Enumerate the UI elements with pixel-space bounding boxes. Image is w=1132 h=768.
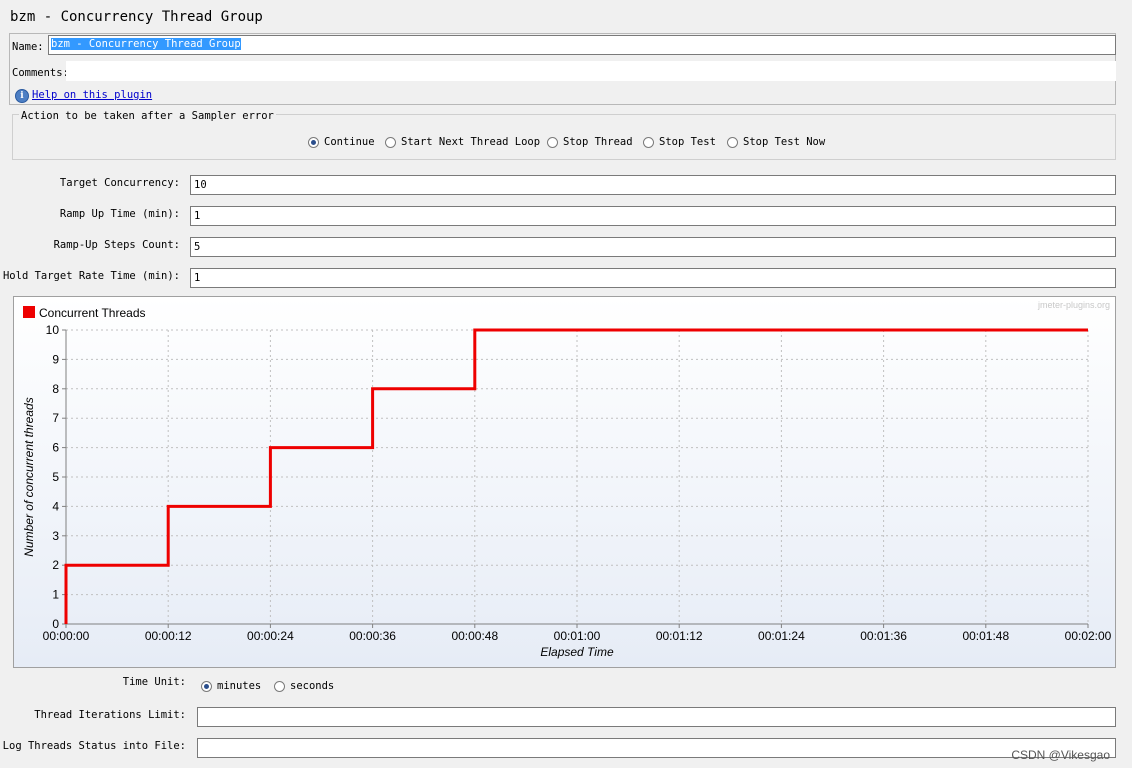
- y-tick-label: 2: [52, 558, 59, 572]
- iterations-label: Thread Iterations Limit:: [34, 709, 186, 721]
- x-tick-label: 00:00:48: [451, 629, 498, 643]
- radio-stop-test-label: Stop Test: [659, 136, 716, 148]
- hold-time-input[interactable]: 1: [190, 268, 1116, 288]
- ramp-up-time-input[interactable]: 1: [190, 206, 1116, 226]
- y-tick-label: 7: [52, 411, 59, 425]
- x-tick-label: 00:01:12: [656, 629, 703, 643]
- x-tick-label: 00:01:48: [962, 629, 1009, 643]
- x-tick-label: 00:01:24: [758, 629, 805, 643]
- radio-start-next-thread-loop[interactable]: Start Next Thread Loop: [385, 136, 540, 148]
- target-concurrency-input[interactable]: 10: [190, 175, 1116, 195]
- y-tick-label: 4: [52, 499, 59, 513]
- radio-continue-indicator[interactable]: [308, 136, 319, 148]
- target-concurrency-label: Target Concurrency:: [59, 177, 180, 189]
- radio-stop-test-now-indicator[interactable]: [727, 136, 738, 148]
- y-tick-label: 6: [52, 441, 59, 455]
- legend-label-concurrent-threads: Concurrent Threads: [39, 306, 146, 320]
- y-tick-label: 9: [52, 352, 59, 366]
- y-tick-label: 5: [52, 470, 59, 484]
- page-title: bzm - Concurrency Thread Group: [10, 9, 263, 25]
- radio-continue[interactable]: Continue: [308, 136, 375, 148]
- ramp-up-steps-label: Ramp-Up Steps Count:: [53, 239, 180, 251]
- radio-minutes-indicator[interactable]: [201, 680, 212, 692]
- info-icon[interactable]: i: [15, 89, 29, 103]
- radio-minutes[interactable]: minutes: [201, 680, 261, 692]
- radio-stop-test-indicator[interactable]: [643, 136, 654, 148]
- name-input[interactable]: bzm - Concurrency Thread Group: [48, 35, 1116, 55]
- comments-label: Comments:: [12, 67, 69, 79]
- x-tick-label: 00:00:00: [43, 629, 90, 643]
- chart-grid: [65, 329, 1089, 625]
- radio-stop-thread-label: Stop Thread: [563, 136, 633, 148]
- radio-stop-thread[interactable]: Stop Thread: [547, 136, 633, 148]
- radio-stop-test-now[interactable]: Stop Test Now: [727, 136, 825, 148]
- x-tick-label: 00:01:00: [554, 629, 601, 643]
- log-file-label: Log Threads Status into File:: [2, 740, 186, 752]
- iterations-input[interactable]: [197, 707, 1116, 727]
- ramp-up-time-label: Ramp Up Time (min):: [59, 208, 180, 220]
- radio-continue-label: Continue: [324, 136, 375, 148]
- y-tick-label: 10: [46, 323, 60, 337]
- log-file-input[interactable]: [197, 738, 1116, 758]
- y-tick-label: 3: [52, 529, 59, 543]
- radio-stop-test-now-label: Stop Test Now: [743, 136, 826, 148]
- sampler-error-legend: Action to be taken after a Sampler error: [19, 110, 276, 122]
- x-tick-label: 00:00:12: [145, 629, 192, 643]
- x-tick-label: 00:01:36: [860, 629, 907, 643]
- radio-seconds[interactable]: seconds: [274, 680, 334, 692]
- time-unit-label: Time Unit:: [122, 676, 186, 688]
- x-axis-label: Elapsed Time: [540, 645, 614, 659]
- hold-time-label: Hold Target Rate Time (min):: [2, 270, 180, 282]
- x-tick-label: 00:02:00: [1065, 629, 1112, 643]
- legend-swatch-concurrent-threads: [23, 306, 35, 318]
- radio-seconds-label: seconds: [290, 680, 335, 692]
- y-tick-label: 8: [52, 382, 59, 396]
- y-tick-label: 1: [52, 588, 59, 602]
- x-ticks: 00:00:00 00:00:12 00:00:24 00:00:36 00:00:48…: [43, 624, 1112, 643]
- radio-start-next-thread-loop-label: Start Next Thread Loop: [401, 136, 541, 148]
- radio-start-next-thread-loop-indicator[interactable]: [385, 136, 396, 148]
- chart-svg: 00:00:00 00:00:12 00:00:24 00:00:36 00:00:48…: [22, 300, 1112, 659]
- radio-stop-thread-indicator[interactable]: [547, 136, 558, 148]
- x-tick-label: 00:00:36: [349, 629, 396, 643]
- concurrency-chart: 00:00:00 00:00:12 00:00:24 00:00:36 00:00:48…: [13, 296, 1116, 668]
- watermark: CSDN @Vikesgao: [1011, 748, 1110, 762]
- radio-stop-test[interactable]: Stop Test: [643, 136, 716, 148]
- radio-seconds-indicator[interactable]: [274, 680, 285, 692]
- chart-credit: jmeter-plugins.org: [1037, 300, 1110, 310]
- x-tick-label: 00:00:24: [247, 629, 294, 643]
- ramp-up-steps-input[interactable]: 5: [190, 237, 1116, 257]
- name-input-value: bzm - Concurrency Thread Group: [51, 38, 241, 50]
- radio-minutes-label: minutes: [217, 680, 262, 692]
- name-label: Name:: [12, 41, 44, 53]
- help-link[interactable]: Help on this plugin: [32, 89, 152, 101]
- y-tick-label: 0: [52, 617, 59, 631]
- comments-input[interactable]: [66, 61, 1116, 81]
- y-ticks: 0 1 2 3 4 5 6 7 8 9 10: [46, 323, 66, 631]
- y-axis-label: Number of concurrent threads: [22, 397, 36, 556]
